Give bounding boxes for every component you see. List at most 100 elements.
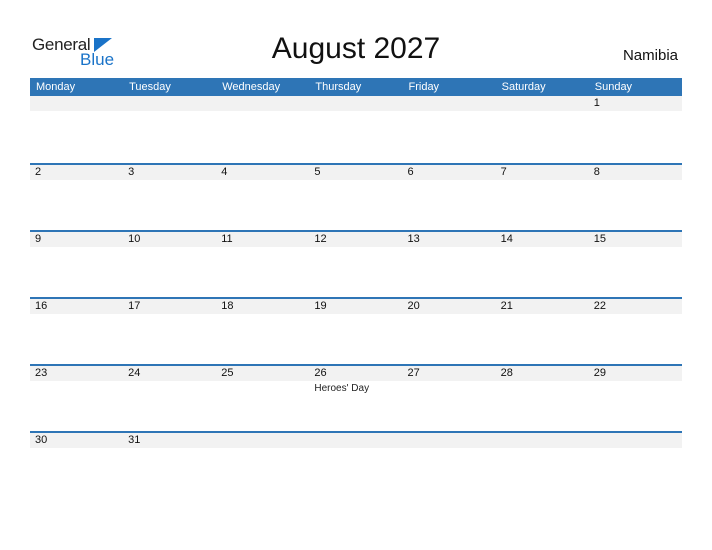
day-number: 31 (128, 434, 141, 446)
day-cell[interactable]: 9 (30, 232, 123, 247)
week-row: 16 17 18 19 20 21 22 (30, 297, 682, 364)
day-cell[interactable]: 24 (123, 366, 216, 395)
day-number: 28 (500, 367, 513, 379)
day-number (501, 96, 589, 111)
calendar-title: August 2027 (271, 32, 441, 65)
day-cell[interactable] (309, 96, 402, 111)
week-row: 2 3 4 5 6 7 8 (30, 163, 682, 230)
weekday-header: Monday Tuesday Wednesday Thursday Friday Satu… (30, 78, 682, 96)
day-cell[interactable]: 30 (30, 433, 123, 448)
day-cell[interactable]: 23 (30, 366, 123, 395)
day-cell[interactable] (30, 96, 123, 111)
country-label: Namibia (622, 47, 678, 64)
weekday-wednesday: Wednesday (222, 81, 281, 93)
day-cell[interactable]: 29 (589, 366, 682, 395)
week-row: 23 24 25 26 Heroes' Day 27 28 29 (30, 364, 682, 431)
day-number (314, 96, 402, 111)
day-cell[interactable]: 16 (30, 299, 123, 314)
day-number: 21 (500, 300, 513, 312)
day-cell[interactable]: 12 (309, 232, 402, 247)
day-cell[interactable]: 10 (123, 232, 216, 247)
day-number (314, 433, 402, 448)
day-number (501, 433, 589, 448)
day-cell[interactable] (123, 96, 216, 111)
day-number: 4 (221, 166, 228, 178)
day-number (594, 433, 682, 448)
weekday-tuesday: Tuesday (129, 81, 171, 93)
day-number: 12 (314, 233, 327, 245)
day-cell[interactable] (216, 96, 309, 111)
weekday-monday: Monday (36, 81, 76, 93)
holiday-label: Heroes' Day (314, 383, 370, 394)
day-cell[interactable] (309, 433, 402, 448)
day-number: 9 (35, 233, 42, 245)
day-number: 27 (407, 367, 420, 379)
day-number: 22 (593, 300, 606, 312)
day-cell[interactable]: 19 (309, 299, 402, 314)
week-row: 30 31 (30, 431, 682, 498)
day-cell[interactable] (496, 96, 589, 111)
day-cell[interactable] (216, 433, 309, 448)
day-number: 24 (128, 367, 141, 379)
day-number: 1 (593, 97, 600, 109)
weekday-saturday: Saturday (501, 81, 546, 93)
day-cell[interactable]: 14 (496, 232, 589, 247)
day-cell[interactable]: 25 (216, 366, 309, 395)
day-number: 23 (35, 367, 48, 379)
day-number: 10 (128, 233, 141, 245)
weekday-thursday: Thursday (315, 81, 362, 93)
day-number: 18 (221, 300, 234, 312)
day-number (408, 433, 496, 448)
day-number: 2 (35, 166, 42, 178)
day-cell[interactable] (589, 433, 682, 448)
day-cell[interactable]: 22 (589, 299, 682, 314)
day-number: 30 (35, 434, 48, 446)
day-number: 5 (314, 166, 321, 178)
day-cell[interactable]: 13 (403, 232, 496, 247)
day-cell[interactable]: 6 (403, 165, 496, 180)
day-cell[interactable]: 4 (216, 165, 309, 180)
day-number (408, 96, 496, 111)
day-number: 11 (221, 233, 233, 245)
day-number: 13 (407, 233, 420, 245)
day-cell[interactable]: 18 (216, 299, 309, 314)
day-cell[interactable]: 31 (123, 433, 216, 448)
day-cell[interactable]: 2 (30, 165, 123, 180)
day-cell[interactable]: 17 (123, 299, 216, 314)
day-number: 6 (407, 166, 414, 178)
day-number (128, 96, 216, 111)
day-number (221, 433, 309, 448)
week-row: 1 (30, 96, 682, 163)
day-cell[interactable] (403, 433, 496, 448)
day-cell[interactable] (403, 96, 496, 111)
day-cell[interactable]: 8 (589, 165, 682, 180)
day-number: 7 (500, 166, 507, 178)
day-cell[interactable]: 15 (589, 232, 682, 247)
day-cell[interactable]: 5 (309, 165, 402, 180)
day-number: 20 (407, 300, 420, 312)
day-cell[interactable]: 26 Heroes' Day (309, 366, 402, 395)
day-number (35, 96, 123, 111)
day-cell[interactable]: 28 (496, 366, 589, 395)
weekday-friday: Friday (408, 81, 440, 93)
day-cell[interactable]: 1 (589, 96, 682, 111)
day-number: 25 (221, 367, 234, 379)
day-number: 14 (500, 233, 513, 245)
weeks-container: 1 2 3 4 5 6 7 8 9 10 11 12 13 14 15 16 17 18 19 20 21 22 23 24 2… (30, 96, 682, 498)
calendar-grid: Monday Tuesday Wednesday Thursday Friday Satu… (30, 78, 682, 498)
day-number: 17 (128, 300, 141, 312)
weekday-sunday: Sunday (594, 81, 633, 93)
day-cell[interactable]: 11 (216, 232, 309, 247)
day-cell[interactable]: 27 (403, 366, 496, 395)
day-cell[interactable]: 3 (123, 165, 216, 180)
day-cell[interactable]: 7 (496, 165, 589, 180)
week-row: 9 10 11 12 13 14 15 (30, 230, 682, 297)
day-number: 19 (314, 300, 327, 312)
day-number: 26 (314, 367, 327, 379)
day-cell[interactable]: 20 (403, 299, 496, 314)
day-cell[interactable]: 21 (496, 299, 589, 314)
day-number (221, 96, 309, 111)
day-number: 8 (593, 166, 600, 178)
day-cell[interactable] (496, 433, 589, 448)
day-number: 15 (593, 233, 606, 245)
